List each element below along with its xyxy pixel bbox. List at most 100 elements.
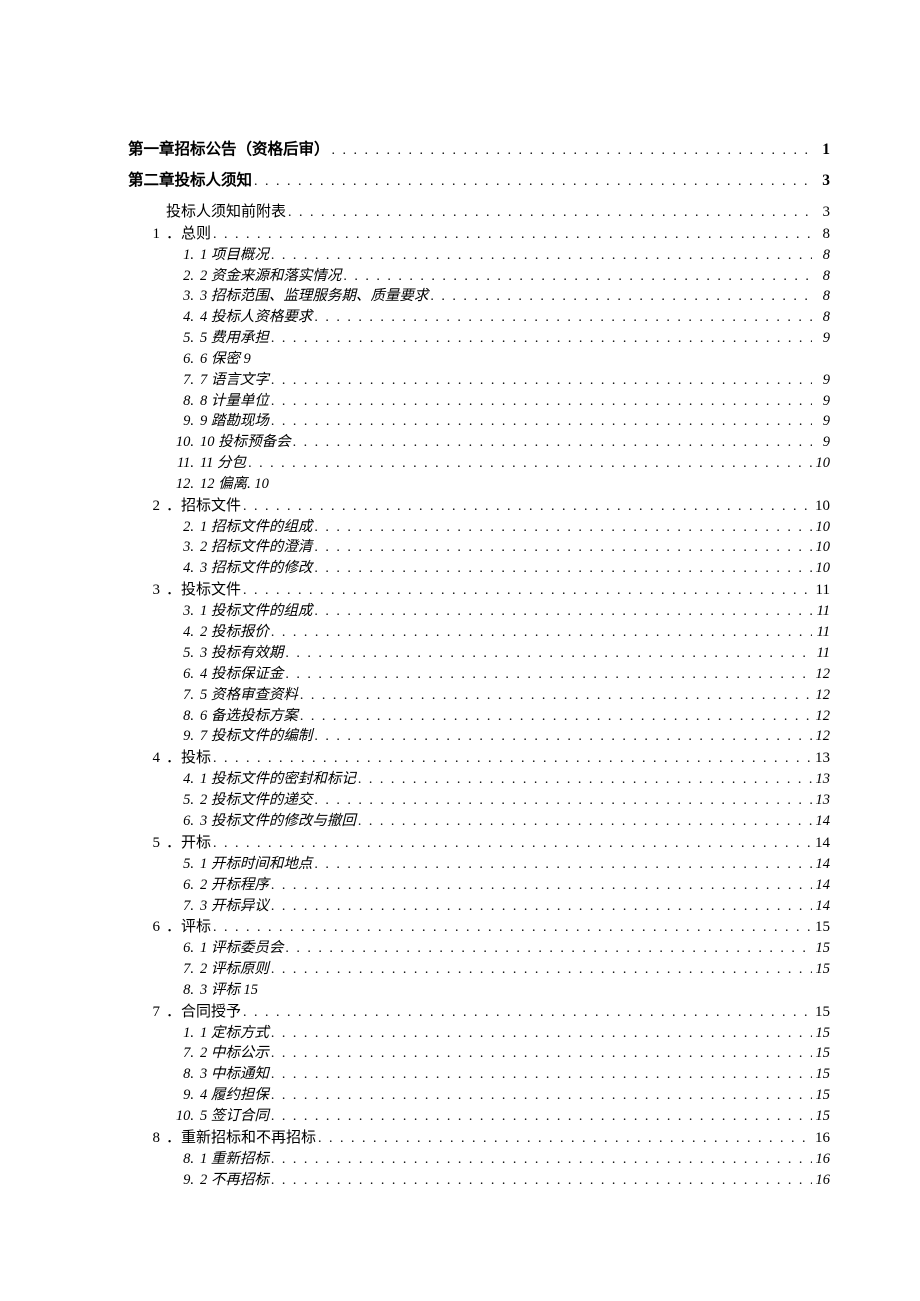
toc-title: 1 投标文件的密封和标记 [200, 770, 356, 790]
toc-title: ．开标 [166, 833, 211, 853]
toc-title: 4 投标保证金 [200, 665, 283, 685]
toc-number: 6. [172, 665, 194, 685]
toc-title: 2 评标原则 [200, 960, 269, 980]
toc-page: 12 [812, 707, 830, 727]
toc-leader-dots [312, 560, 812, 579]
toc-number: 5. [172, 855, 194, 875]
toc-row: 8.1 重新招标16 [100, 1150, 830, 1170]
toc-leader-dots [291, 434, 812, 453]
toc-page: 8 [812, 308, 830, 328]
toc-page: 15 [812, 1044, 830, 1064]
toc-page: 14 [812, 833, 830, 853]
toc-page: 11 [812, 644, 830, 664]
toc-number: 6 [138, 917, 160, 937]
toc-row: 6.1 评标委员会15 [100, 939, 830, 959]
toc-row: 1.1 项目概况8 [100, 246, 830, 266]
toc-row: 4.3 招标文件的修改10 [100, 559, 830, 579]
toc-leader-dots [269, 330, 812, 349]
toc-leader-dots [241, 582, 812, 601]
toc-leader-dots [269, 413, 812, 432]
toc-leader-dots [312, 309, 812, 328]
toc-number: 9. [172, 727, 194, 747]
toc-title: ．投标文件 [166, 580, 241, 600]
toc-number: 5. [172, 644, 194, 664]
toc-row: 4．投标13 [100, 748, 830, 769]
toc-page: 10 [812, 496, 830, 516]
toc-number: 10. [172, 1107, 194, 1127]
toc-row: 6.2 开标程序14 [100, 876, 830, 896]
toc-title: 6 保密 9 [200, 350, 251, 370]
toc-page: 3 [812, 202, 830, 222]
toc-title: 5 费用承担 [200, 329, 269, 349]
toc-leader-dots [211, 226, 812, 245]
toc-leader-dots [312, 603, 812, 622]
toc-row: 1．总则8 [100, 224, 830, 245]
toc-row: 9.7 投标文件的编制12 [100, 727, 830, 747]
toc-number: 7 [138, 1002, 160, 1022]
toc-row: 8.3 评标 15 [100, 981, 830, 1001]
toc-page: 11 [812, 602, 830, 622]
toc-row: 3．投标文件11 [100, 580, 830, 601]
toc-number: 6. [172, 876, 194, 896]
toc-leader-dots [269, 372, 812, 391]
toc-number: 7. [172, 897, 194, 917]
toc-leader-dots [312, 539, 812, 558]
toc-leader-dots [312, 792, 812, 811]
toc-title: 2 中标公示 [200, 1044, 269, 1064]
toc-title: 1 定标方式 [200, 1024, 269, 1044]
toc-number: 1. [172, 246, 194, 266]
toc-page: 15 [812, 1107, 830, 1127]
toc-page: 15 [812, 960, 830, 980]
toc-row: 3.2 招标文件的澄清10 [100, 538, 830, 558]
toc-leader-dots [286, 204, 812, 223]
toc-page: 10 [812, 518, 830, 538]
toc-row: 7.2 中标公示15 [100, 1044, 830, 1064]
toc-row: 投标人须知前附表3 [100, 202, 830, 223]
toc-page: 15 [812, 1065, 830, 1085]
toc-title: ．重新招标和不再招标 [166, 1128, 316, 1148]
toc-page: 9 [812, 433, 830, 453]
toc-title: 1 投标文件的组成 [200, 602, 312, 622]
toc-page: 3 [812, 171, 830, 192]
toc-row: 6．评标15 [100, 917, 830, 938]
toc-number: 6. [172, 939, 194, 959]
toc-page: 1 [812, 140, 830, 161]
toc-page: 13 [812, 770, 830, 790]
toc-number: 4. [172, 623, 194, 643]
toc-page: 15 [812, 1086, 830, 1106]
toc-row: 8.3 中标通知15 [100, 1065, 830, 1085]
toc-leader-dots [211, 835, 812, 854]
toc-page: 8 [812, 246, 830, 266]
toc-row: 7.7 语言文字9 [100, 371, 830, 391]
toc-row: 第二章投标人须知 3 [100, 171, 830, 192]
toc-number: 11. [172, 454, 194, 474]
toc-title: ．总则 [166, 224, 211, 244]
toc-number: 4. [172, 308, 194, 328]
toc-page: 10 [812, 454, 830, 474]
toc-row: 8.6 备选投标方案12 [100, 707, 830, 727]
toc-leader-dots [312, 856, 812, 875]
toc-number: 1 [138, 224, 160, 244]
toc-page: 15 [812, 1024, 830, 1044]
toc-number: 5. [172, 791, 194, 811]
toc-number: 7. [172, 960, 194, 980]
toc-leader-dots [330, 142, 812, 161]
toc-leader-dots [269, 877, 812, 896]
toc-leader-dots [211, 919, 812, 938]
toc-leader-dots [269, 1045, 812, 1064]
toc-leader-dots [312, 728, 812, 747]
toc-title: 1 评标委员会 [200, 939, 283, 959]
toc-leader-dots [356, 771, 812, 790]
toc-title: 4 履约担保 [200, 1086, 269, 1106]
toc-row: 第一章招标公告（资格后审）1 [100, 140, 830, 161]
toc-title: 11 分包 [200, 454, 246, 474]
toc-title: 4 投标人资格要求 [200, 308, 312, 328]
toc-title: 3 投标文件的修改与撤回 [200, 812, 356, 832]
toc-title: ．投标 [166, 748, 211, 768]
toc-number: 5. [172, 329, 194, 349]
toc-title: 3 招标范围、监理服务期、质量要求 [200, 287, 428, 307]
toc-title: 第二章投标人须知 [128, 171, 252, 192]
toc-page: 10 [812, 538, 830, 558]
toc-row: 7.3 开标异议14 [100, 897, 830, 917]
toc-number: 9. [172, 1086, 194, 1106]
